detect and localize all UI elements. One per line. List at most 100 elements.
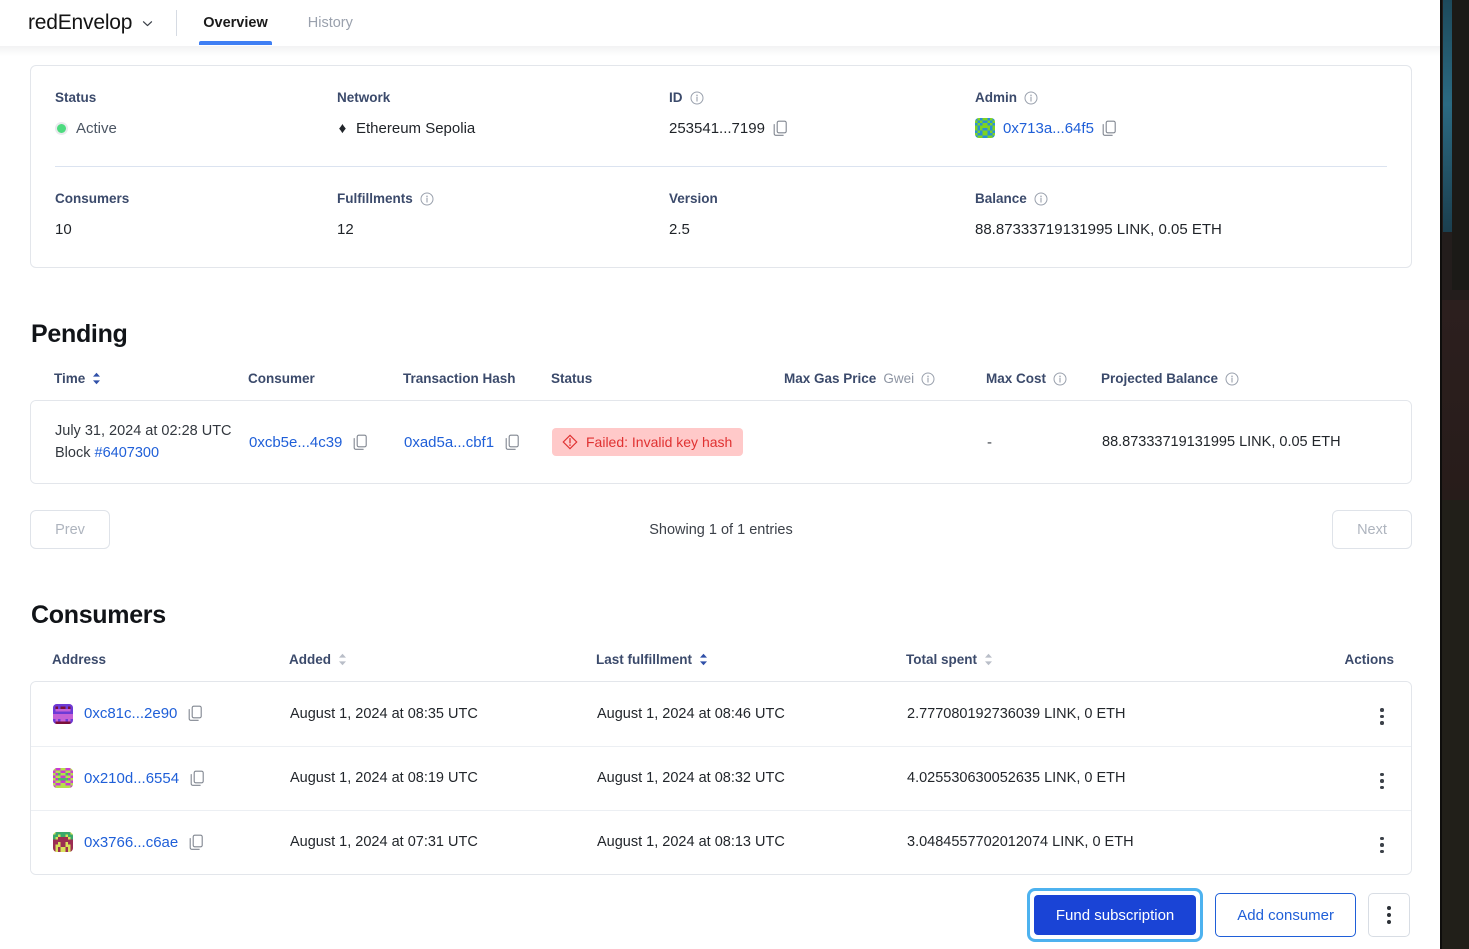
info-icon[interactable]: [1034, 192, 1048, 206]
summary-field-network: Network ♦ Ethereum Sepolia: [337, 90, 669, 140]
pending-consumer-link[interactable]: 0xcb5e...4c39: [249, 434, 342, 451]
consumer-cell-lastfulfillment: August 1, 2024 at 08:46 UTC: [597, 682, 907, 746]
consumers-col-lastfulfillment[interactable]: Last fulfillment: [596, 652, 906, 681]
pending-col-consumer: Consumer: [248, 371, 403, 400]
pending-col-maxcost: Max Cost: [986, 371, 1101, 400]
kebab-menu-icon[interactable]: [1371, 706, 1393, 728]
consumer-address-link[interactable]: 0x3766...c6ae: [84, 834, 178, 851]
project-name: redEnvelop: [28, 10, 133, 34]
summary-grid-bottom: Consumers 10 Fulfillments 12 Version 2.5…: [55, 191, 1387, 241]
consumer-cell-address: 0x210d...6554: [31, 745, 290, 810]
info-icon[interactable]: [1225, 372, 1239, 386]
summary-field-admin: Admin 0x713a...64f5: [975, 90, 1387, 140]
tab-overview-label: Overview: [203, 14, 268, 31]
add-consumer-button[interactable]: Add consumer: [1215, 893, 1356, 937]
info-icon[interactable]: [1053, 372, 1067, 386]
table-row: 0x3766...c6ae August 1, 2024 at 07:31 UT…: [31, 809, 1411, 874]
sort-arrows-icon: [699, 653, 708, 666]
consumers-col-address: Address: [30, 652, 289, 681]
consumers-table: 0xc81c...2e90 August 1, 2024 at 08:35 UT…: [31, 682, 1411, 874]
pending-block-link[interactable]: #6407300: [95, 445, 160, 461]
network-value: Ethereum Sepolia: [356, 119, 476, 137]
consumer-identicon: [53, 768, 73, 788]
summary-field-consumers: Consumers 10: [55, 191, 337, 241]
balance-value: 88.87333719131995 LINK, 0.05 ETH: [975, 220, 1222, 238]
id-value-row: 253541...7199: [669, 116, 975, 140]
tab-overview[interactable]: Overview: [199, 0, 272, 45]
admin-label-row: Admin: [975, 90, 1387, 105]
status-value: Active: [76, 119, 117, 137]
pending-cell-txhash: 0xad5a...cbf1: [404, 401, 552, 483]
admin-identicon: [975, 118, 995, 138]
consumer-cell-address: 0xc81c...2e90: [31, 682, 290, 746]
fulfillments-label-row: Fulfillments: [337, 191, 669, 206]
tab-history-label: History: [307, 14, 353, 31]
copy-icon[interactable]: [189, 834, 204, 851]
copy-icon[interactable]: [188, 705, 203, 722]
table-row: July 31, 2024 at 02:28 UTC Block #640730…: [31, 401, 1411, 483]
copy-icon[interactable]: [505, 434, 520, 451]
consumers-col-added-label: Added: [289, 652, 331, 667]
version-value: 2.5: [669, 220, 690, 238]
copy-icon[interactable]: [1102, 120, 1117, 137]
info-icon[interactable]: [420, 192, 434, 206]
tab-history[interactable]: History: [304, 0, 357, 45]
page-content: Status Active Network ♦ Ethereum Sepolia: [0, 65, 1440, 875]
pending-table-header: Time Consumer Transaction Hash Status Ma…: [30, 371, 1412, 400]
pending-col-time[interactable]: Time: [30, 371, 248, 400]
app-header: redEnvelop Overview History: [0, 0, 1440, 46]
pending-table-body-box: July 31, 2024 at 02:28 UTC Block #640730…: [30, 400, 1412, 484]
consumers-col-totalspent[interactable]: Total spent: [906, 652, 1302, 681]
id-label: ID: [669, 90, 683, 105]
consumer-cell-actions: [1301, 682, 1411, 746]
header-divider: [176, 10, 178, 36]
summary-card-divider: [55, 166, 1387, 167]
project-picker[interactable]: redEnvelop: [0, 0, 154, 45]
kebab-menu-icon[interactable]: [1371, 834, 1393, 856]
prev-button[interactable]: Prev: [30, 510, 110, 549]
ethereum-icon: ♦: [338, 119, 347, 137]
consumers-count-value: 10: [55, 220, 72, 238]
backdrop-strip-teal: [1443, 0, 1452, 232]
pending-txhash-link[interactable]: 0xad5a...cbf1: [404, 434, 494, 451]
chevron-down-icon: [141, 17, 154, 30]
info-icon[interactable]: [690, 91, 704, 105]
header-shadow: [0, 46, 1440, 56]
consumers-col-added[interactable]: Added: [289, 652, 596, 681]
summary-field-id: ID 253541...7199: [669, 90, 975, 140]
admin-value-row: 0x713a...64f5: [975, 116, 1387, 140]
consumers-col-actions-label: Actions: [1344, 652, 1394, 667]
pending-cell-time: July 31, 2024 at 02:28 UTC Block #640730…: [31, 401, 249, 483]
admin-address-link[interactable]: 0x713a...64f5: [1003, 120, 1094, 137]
backdrop-edge: [1440, 0, 1442, 949]
pending-section-title: Pending: [31, 320, 128, 348]
sort-arrows-icon: [92, 372, 101, 385]
fund-subscription-button[interactable]: Fund subscription: [1033, 895, 1197, 935]
copy-icon[interactable]: [773, 120, 788, 137]
copy-icon[interactable]: [190, 770, 205, 787]
next-button[interactable]: Next: [1331, 510, 1412, 549]
info-icon[interactable]: [1024, 91, 1038, 105]
pending-col-time-label: Time: [54, 371, 86, 386]
pending-col-maxcost-label: Max Cost: [986, 371, 1047, 386]
pending-col-maxgas: Max Gas Price Gwei: [784, 371, 986, 400]
pending-col-maxgas-label: Max Gas Price: [784, 371, 877, 386]
version-label: Version: [669, 191, 718, 206]
pending-cell-maxgas: [785, 401, 987, 483]
consumer-cell-lastfulfillment: August 1, 2024 at 08:13 UTC: [597, 809, 907, 874]
desktop-backdrop: [1440, 0, 1469, 949]
consumer-address-link[interactable]: 0x210d...6554: [84, 770, 179, 787]
more-actions-button[interactable]: [1368, 893, 1410, 937]
pending-col-status-label: Status: [551, 371, 593, 386]
kebab-menu-icon[interactable]: [1371, 770, 1393, 792]
admin-label: Admin: [975, 90, 1017, 105]
status-dot-icon: [55, 121, 68, 135]
copy-icon[interactable]: [353, 434, 368, 451]
consumers-col-address-label: Address: [52, 652, 107, 667]
network-value-row: ♦ Ethereum Sepolia: [337, 116, 669, 140]
status-badge-label: Failed: Invalid key hash: [586, 434, 733, 450]
consumers-col-lastfulfillment-label: Last fulfillment: [596, 652, 693, 667]
consumer-address-link[interactable]: 0xc81c...2e90: [84, 705, 177, 722]
info-icon[interactable]: [921, 372, 935, 386]
consumers-col-totalspent-label: Total spent: [906, 652, 978, 667]
